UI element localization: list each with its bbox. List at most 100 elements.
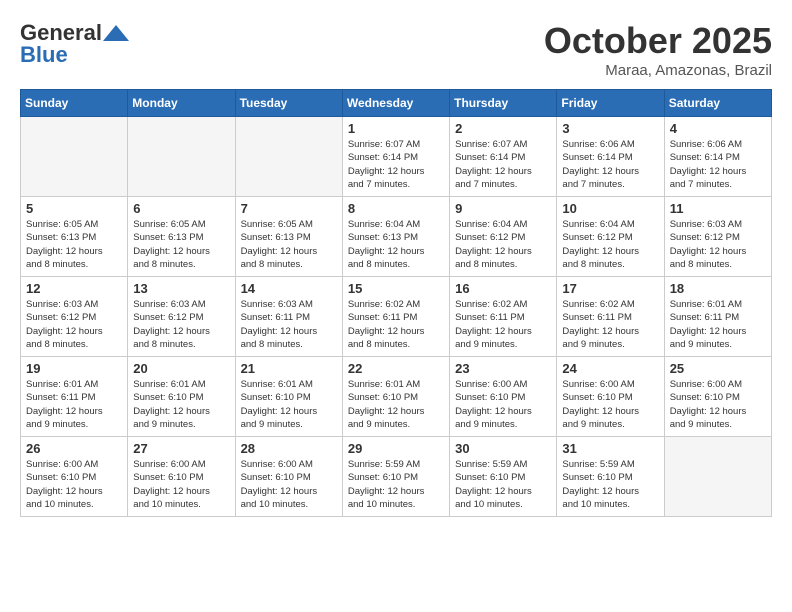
calendar-week-row: 1 Sunrise: 6:07 AM Sunset: 6:14 PM Daylig… [21, 117, 772, 197]
day-number: 21 [241, 361, 337, 376]
day-number: 31 [562, 441, 658, 456]
table-row: 19Sunrise: 6:01 AM Sunset: 6:11 PM Dayli… [21, 357, 128, 437]
table-row: 20 Sunrise: 6:01 AM Sunset: 6:10 PM Dayli… [128, 357, 235, 437]
day-info: Sunrise: 6:01 AM Sunset: 6:11 PM Dayligh… [670, 298, 766, 351]
day-info: Sunrise: 6:02 AM Sunset: 6:11 PM Dayligh… [562, 298, 658, 351]
day-info: Sunrise: 6:02 AM Sunset: 6:11 PM Dayligh… [348, 298, 444, 351]
table-row [21, 117, 128, 197]
table-row: 16Sunrise: 6:02 AM Sunset: 6:11 PM Dayli… [450, 277, 557, 357]
day-number: 2 [455, 121, 551, 136]
title-area: October 2025 Maraa, Amazonas, Brazil [544, 20, 772, 79]
table-row: 28 Sunrise: 6:00 AM Sunset: 6:10 PM Dayli… [235, 437, 342, 517]
table-row: 14 Sunrise: 6:03 AM Sunset: 6:11 PM Dayli… [235, 277, 342, 357]
logo-blue-text: Blue [20, 42, 68, 68]
day-number: 10 [562, 201, 658, 216]
table-row: 4 Sunrise: 6:06 AM Sunset: 6:14 PM Daylig… [664, 117, 771, 197]
table-row: 17Sunrise: 6:02 AM Sunset: 6:11 PM Dayli… [557, 277, 664, 357]
col-wednesday: Wednesday [342, 90, 449, 117]
calendar-header-row: Sunday Monday Tuesday Wednesday Thursday… [21, 90, 772, 117]
table-row: 25 Sunrise: 6:00 AM Sunset: 6:10 PM Dayli… [664, 357, 771, 437]
logo: General Blue [20, 20, 129, 68]
day-info: Sunrise: 6:00 AM Sunset: 6:10 PM Dayligh… [26, 458, 122, 511]
day-number: 27 [133, 441, 229, 456]
day-number: 20 [133, 361, 229, 376]
day-number: 4 [670, 121, 766, 136]
calendar-week-row: 5 Sunrise: 6:05 AM Sunset: 6:13 PM Daylig… [21, 197, 772, 277]
table-row: 22 Sunrise: 6:01 AM Sunset: 6:10 PM Dayli… [342, 357, 449, 437]
day-number: 11 [670, 201, 766, 216]
table-row: 31Sunrise: 5:59 AM Sunset: 6:10 PM Dayli… [557, 437, 664, 517]
day-number: 28 [241, 441, 337, 456]
day-number: 18 [670, 281, 766, 296]
day-info: Sunrise: 6:00 AM Sunset: 6:10 PM Dayligh… [241, 458, 337, 511]
table-row: 30 Sunrise: 5:59 AM Sunset: 6:10 PM Dayli… [450, 437, 557, 517]
day-number: 19 [26, 361, 122, 376]
table-row: 3 Sunrise: 6:06 AM Sunset: 6:14 PM Daylig… [557, 117, 664, 197]
table-row: 1Sunrise: 6:07 AM Sunset: 6:14 PM Daylig… [342, 117, 449, 197]
day-info: Sunrise: 6:06 AM Sunset: 6:14 PM Dayligh… [562, 138, 658, 191]
table-row: 12 Sunrise: 6:03 AM Sunset: 6:12 PM Dayli… [21, 277, 128, 357]
day-number: 29 [348, 441, 444, 456]
day-info: Sunrise: 5:59 AM Sunset: 6:10 PM Dayligh… [455, 458, 551, 511]
table-row: 21 Sunrise: 6:01 AM Sunset: 6:10 PM Dayli… [235, 357, 342, 437]
day-info: Sunrise: 6:01 AM Sunset: 6:10 PM Dayligh… [241, 378, 337, 431]
day-number: 15 [348, 281, 444, 296]
table-row: 10 Sunrise: 6:04 AM Sunset: 6:12 PM Dayli… [557, 197, 664, 277]
day-number: 6 [133, 201, 229, 216]
logo-icon [103, 25, 129, 41]
col-tuesday: Tuesday [235, 90, 342, 117]
col-friday: Friday [557, 90, 664, 117]
calendar-week-row: 19Sunrise: 6:01 AM Sunset: 6:11 PM Dayli… [21, 357, 772, 437]
location: Maraa, Amazonas, Brazil [544, 62, 772, 79]
col-monday: Monday [128, 90, 235, 117]
day-info: Sunrise: 6:04 AM Sunset: 6:12 PM Dayligh… [455, 218, 551, 271]
day-info: Sunrise: 6:00 AM Sunset: 6:10 PM Dayligh… [455, 378, 551, 431]
table-row [664, 437, 771, 517]
table-row: 23 Sunrise: 6:00 AM Sunset: 6:10 PM Dayli… [450, 357, 557, 437]
col-thursday: Thursday [450, 90, 557, 117]
calendar-week-row: 12 Sunrise: 6:03 AM Sunset: 6:12 PM Dayli… [21, 277, 772, 357]
day-number: 13 [133, 281, 229, 296]
day-number: 24 [562, 361, 658, 376]
table-row: 15 Sunrise: 6:02 AM Sunset: 6:11 PM Dayli… [342, 277, 449, 357]
page-header: General Blue October 2025 Maraa, Amazona… [20, 20, 772, 79]
day-info: Sunrise: 6:00 AM Sunset: 6:10 PM Dayligh… [670, 378, 766, 431]
table-row: 13 Sunrise: 6:03 AM Sunset: 6:12 PM Dayli… [128, 277, 235, 357]
day-number: 30 [455, 441, 551, 456]
table-row [235, 117, 342, 197]
table-row: 26Sunrise: 6:00 AM Sunset: 6:10 PM Dayli… [21, 437, 128, 517]
month-title: October 2025 [544, 20, 772, 62]
day-info: Sunrise: 6:05 AM Sunset: 6:13 PM Dayligh… [241, 218, 337, 271]
table-row: 6 Sunrise: 6:05 AM Sunset: 6:13 PM Daylig… [128, 197, 235, 277]
day-info: Sunrise: 6:03 AM Sunset: 6:11 PM Dayligh… [241, 298, 337, 351]
day-info: Sunrise: 6:05 AM Sunset: 6:13 PM Dayligh… [133, 218, 229, 271]
day-number: 1 [348, 121, 444, 136]
table-row: 24Sunrise: 6:00 AM Sunset: 6:10 PM Dayli… [557, 357, 664, 437]
day-info: Sunrise: 6:06 AM Sunset: 6:14 PM Dayligh… [670, 138, 766, 191]
day-number: 23 [455, 361, 551, 376]
day-number: 22 [348, 361, 444, 376]
day-info: Sunrise: 6:04 AM Sunset: 6:13 PM Dayligh… [348, 218, 444, 271]
table-row: 2 Sunrise: 6:07 AM Sunset: 6:14 PM Daylig… [450, 117, 557, 197]
day-number: 8 [348, 201, 444, 216]
table-row: 5Sunrise: 6:05 AM Sunset: 6:13 PM Daylig… [21, 197, 128, 277]
table-row: 7Sunrise: 6:05 AM Sunset: 6:13 PM Daylig… [235, 197, 342, 277]
table-row [128, 117, 235, 197]
day-number: 5 [26, 201, 122, 216]
table-row: 27Sunrise: 6:00 AM Sunset: 6:10 PM Dayli… [128, 437, 235, 517]
day-info: Sunrise: 6:01 AM Sunset: 6:10 PM Dayligh… [348, 378, 444, 431]
day-info: Sunrise: 6:04 AM Sunset: 6:12 PM Dayligh… [562, 218, 658, 271]
day-info: Sunrise: 6:01 AM Sunset: 6:10 PM Dayligh… [133, 378, 229, 431]
col-saturday: Saturday [664, 90, 771, 117]
day-number: 14 [241, 281, 337, 296]
day-number: 25 [670, 361, 766, 376]
day-info: Sunrise: 6:07 AM Sunset: 6:14 PM Dayligh… [455, 138, 551, 191]
day-number: 12 [26, 281, 122, 296]
day-info: Sunrise: 6:03 AM Sunset: 6:12 PM Dayligh… [133, 298, 229, 351]
day-info: Sunrise: 6:03 AM Sunset: 6:12 PM Dayligh… [26, 298, 122, 351]
day-info: Sunrise: 6:03 AM Sunset: 6:12 PM Dayligh… [670, 218, 766, 271]
calendar-week-row: 26Sunrise: 6:00 AM Sunset: 6:10 PM Dayli… [21, 437, 772, 517]
table-row: 18 Sunrise: 6:01 AM Sunset: 6:11 PM Dayli… [664, 277, 771, 357]
col-sunday: Sunday [21, 90, 128, 117]
day-number: 3 [562, 121, 658, 136]
